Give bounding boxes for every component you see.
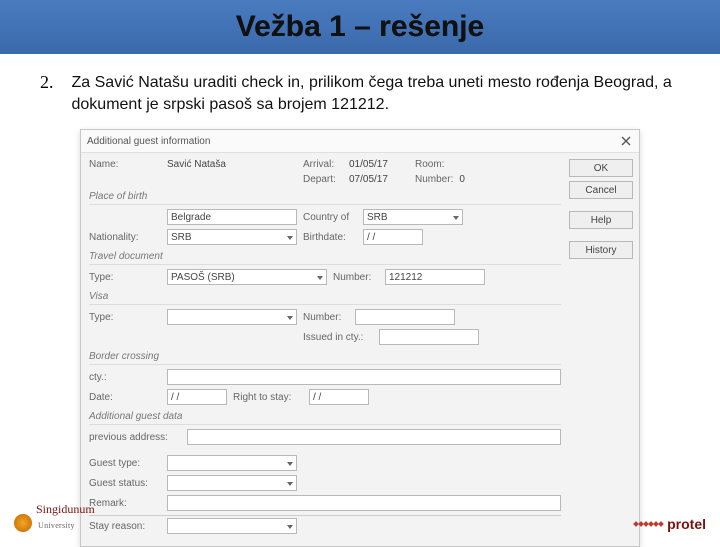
ok-button[interactable]: OK xyxy=(569,159,633,177)
footer: Singidunum University protel xyxy=(0,502,720,532)
dialog-title: Additional guest information xyxy=(87,136,210,147)
section-visa: Visa xyxy=(89,291,561,305)
guest-status-select[interactable] xyxy=(167,475,297,491)
number-value: 0 xyxy=(459,174,465,185)
doc-type-label: Type: xyxy=(89,272,161,283)
depart-value: 07/05/17 xyxy=(349,174,409,185)
nationality-label: Nationality: xyxy=(89,232,161,243)
visa-issued-label: Issued in cty.: xyxy=(303,332,373,343)
prev-address-input[interactable] xyxy=(187,429,561,445)
guest-type-select[interactable] xyxy=(167,455,297,471)
singidunum-logo: Singidunum University xyxy=(14,502,95,532)
depart-label: Depart: xyxy=(303,174,343,185)
name-label: Name: xyxy=(89,159,161,170)
question-number: 2. xyxy=(40,72,54,115)
section-birth: Place of birth xyxy=(89,191,561,205)
visa-type-label: Type: xyxy=(89,312,161,323)
arrival-label: Arrival: xyxy=(303,159,343,170)
birth-country-label: Country of xyxy=(303,212,357,223)
help-button[interactable]: Help xyxy=(569,211,633,229)
slide-title: Vežba 1 – rešenje xyxy=(236,10,485,44)
guest-type-label: Guest type: xyxy=(89,458,161,469)
protel-text: protel xyxy=(667,516,706,532)
slide-title-bar: Vežba 1 – rešenje xyxy=(0,0,720,54)
question-text: Za Savić Natašu uraditi check in, prilik… xyxy=(72,72,681,115)
number-label: Number: xyxy=(415,174,453,185)
visa-number-input[interactable] xyxy=(355,309,455,325)
singidunum-icon xyxy=(14,514,32,532)
history-button[interactable]: History xyxy=(569,241,633,259)
guest-info-dialog: Additional guest information Name: Savić… xyxy=(80,129,640,547)
right-to-stay-label: Right to stay: xyxy=(233,392,303,403)
border-date-label: Date: xyxy=(89,392,161,403)
singidunum-sub: University xyxy=(38,521,75,530)
close-icon[interactable] xyxy=(619,134,633,148)
border-date-input[interactable]: / / xyxy=(167,389,227,405)
section-additional: Additional guest data xyxy=(89,411,561,425)
right-to-stay-input[interactable]: / / xyxy=(309,389,369,405)
question-block: 2. Za Savić Natašu uraditi check in, pri… xyxy=(0,54,720,123)
section-border: Border crossing xyxy=(89,351,561,365)
doc-number-label: Number: xyxy=(333,272,379,283)
birthplace-input[interactable]: Belgrade xyxy=(167,209,297,225)
doc-type-select[interactable]: PASOŠ (SRB) xyxy=(167,269,327,285)
singidunum-text: Singidunum xyxy=(36,502,95,516)
cancel-button[interactable]: Cancel xyxy=(569,181,633,199)
visa-number-label: Number: xyxy=(303,312,349,323)
birth-country-select[interactable]: SRB xyxy=(363,209,463,225)
protel-logo: protel xyxy=(634,516,706,532)
guest-status-label: Guest status: xyxy=(89,478,161,489)
section-travel-doc: Travel document xyxy=(89,251,561,265)
birthdate-input[interactable]: / / xyxy=(363,229,423,245)
prev-address-label: previous address: xyxy=(89,432,181,443)
room-label: Room: xyxy=(415,159,451,170)
border-city-input[interactable] xyxy=(167,369,561,385)
visa-type-select[interactable] xyxy=(167,309,297,325)
doc-number-input[interactable]: 121212 xyxy=(385,269,485,285)
border-city-label: cty.: xyxy=(89,372,161,383)
name-value: Savić Nataša xyxy=(167,159,297,170)
visa-issued-input[interactable] xyxy=(379,329,479,345)
birthdate-label: Birthdate: xyxy=(303,232,357,243)
protel-icon xyxy=(634,522,663,526)
nationality-select[interactable]: SRB xyxy=(167,229,297,245)
arrival-value: 01/05/17 xyxy=(349,159,409,170)
